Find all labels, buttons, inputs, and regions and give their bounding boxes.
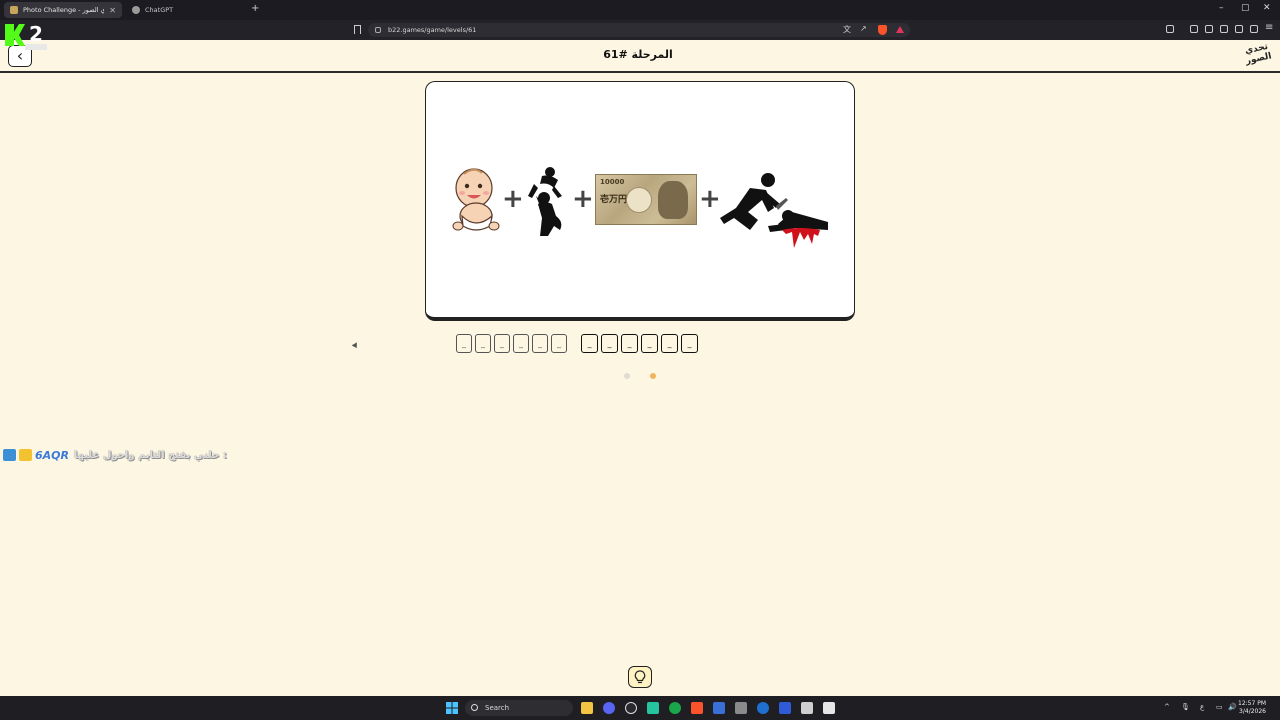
answer-slot-active[interactable]: _ <box>641 334 658 353</box>
plus-sign: + <box>502 184 524 214</box>
bookmark-icon[interactable] <box>354 25 361 34</box>
app-icon[interactable] <box>647 702 659 714</box>
url-bar[interactable]: b22.games/game/levels/61 <box>368 23 910 37</box>
close-tab-icon[interactable]: ✕ <box>109 6 116 15</box>
answer-slot[interactable]: _ <box>475 334 491 353</box>
tab-title: ChatGPT <box>145 6 174 14</box>
volume-icon[interactable]: 🔊 <box>1228 703 1237 711</box>
mouse-cursor-icon <box>351 342 360 350</box>
leo-icon[interactable] <box>1235 25 1243 33</box>
chat-overlay: 6AQR حلني بفتح التايم واحول عليها : <box>3 448 227 462</box>
app-icon[interactable] <box>823 702 835 714</box>
brave-icon[interactable] <box>691 702 703 714</box>
menu-icon[interactable]: ≡ <box>1265 22 1273 33</box>
reader-icon[interactable] <box>1166 25 1174 33</box>
page-dot-active[interactable] <box>650 373 656 379</box>
tab-title: Photo Challenge - تحدي الصور <box>23 6 105 14</box>
level-title: المرحلة #61 <box>603 48 673 61</box>
search-icon <box>471 704 478 711</box>
windows-taskbar <box>0 696 1280 720</box>
vpn-icon[interactable] <box>1250 25 1258 33</box>
lightbulb-icon <box>634 670 646 684</box>
search-label: Search <box>485 704 510 712</box>
hint-button[interactable] <box>628 666 652 688</box>
attacker-and-victim-icon <box>720 173 828 248</box>
tab-photo-challenge[interactable]: Photo Challenge - تحدي الصور ✕ <box>4 2 122 18</box>
plus-sign: + <box>572 184 594 214</box>
network-icon[interactable]: ▭ <box>1216 703 1223 711</box>
answer-slot-active[interactable]: _ <box>581 334 598 353</box>
maximize-button[interactable]: ▢ <box>1241 3 1250 13</box>
app-icon[interactable] <box>779 702 791 714</box>
answer-slot[interactable]: _ <box>532 334 548 353</box>
minimize-button[interactable]: – <box>1219 3 1224 13</box>
edge-icon[interactable] <box>757 702 769 714</box>
language-indicator[interactable]: ع <box>1200 703 1204 711</box>
clock-time: 12:57 PM <box>1238 700 1266 707</box>
baby-icon <box>452 168 500 231</box>
site-info-icon[interactable] <box>375 27 381 33</box>
answer-slot-active[interactable]: _ <box>661 334 678 353</box>
chrome-icon[interactable] <box>625 702 637 714</box>
windows-start-icon[interactable] <box>446 702 458 714</box>
wallet-icon[interactable] <box>1220 25 1228 33</box>
kick-count: 2 <box>29 22 43 46</box>
answer-slot[interactable]: _ <box>551 334 567 353</box>
tray-chevron-icon[interactable]: ^ <box>1164 703 1170 711</box>
microphone-icon[interactable]: 🎙 <box>1181 703 1190 711</box>
page-dot[interactable] <box>624 373 630 379</box>
portrait <box>658 181 688 219</box>
chat-badge-icon <box>3 449 16 461</box>
answer-slot[interactable]: _ <box>494 334 510 353</box>
stream-kick-overlay: 2 <box>3 22 47 50</box>
yen-banknote-image: 10000 壱万円 <box>595 174 697 225</box>
banknote-kanji: 壱万円 <box>600 195 628 205</box>
overlay-bar <box>25 44 47 50</box>
kick-logo-icon <box>5 24 25 46</box>
chat-username: 6AQR <box>35 448 69 462</box>
chat-message: حلني بفتح التايم واحول عليها : <box>74 449 227 461</box>
answer-slot-active[interactable]: _ <box>681 334 698 353</box>
clock-date: 3/4/2026 <box>1239 708 1266 715</box>
brave-shield-icon[interactable] <box>878 25 887 35</box>
watermark-circle <box>626 187 652 213</box>
site-favicon-icon <box>10 6 18 14</box>
banknote-number: 10000 <box>600 178 625 186</box>
sidebar-icon[interactable] <box>1205 25 1213 33</box>
plus-sign: + <box>699 184 721 214</box>
xbox-icon[interactable] <box>669 702 681 714</box>
answer-slot[interactable]: _ <box>456 334 472 353</box>
security-icon[interactable] <box>713 702 725 714</box>
discord-icon[interactable] <box>603 702 615 714</box>
crown-badge-icon <box>19 449 32 461</box>
answer-slot[interactable]: _ <box>513 334 529 353</box>
mother-lifting-child-icon <box>528 167 562 236</box>
browser-tab-bar: Photo Challenge - تحدي الصور ✕ ChatGPT +… <box>0 0 1280 20</box>
brave-rewards-icon[interactable] <box>896 26 904 33</box>
taskbar-search[interactable]: Search <box>465 700 573 716</box>
tool-icon[interactable] <box>735 702 747 714</box>
share-icon[interactable]: ↗ <box>860 24 867 33</box>
app-icon[interactable] <box>801 702 813 714</box>
tab-chatgpt[interactable]: ChatGPT <box>126 2 246 18</box>
chevron-left-icon: ‹ <box>16 46 24 65</box>
chatgpt-favicon-icon <box>132 6 140 14</box>
translate-icon[interactable]: 文 <box>843 24 851 35</box>
media-icon[interactable] <box>1190 25 1198 33</box>
answer-slot-active[interactable]: _ <box>601 334 618 353</box>
taskbar-clock[interactable]: 12:57 PM 3/4/2026 <box>1238 700 1266 716</box>
answer-slot-active[interactable]: _ <box>621 334 638 353</box>
close-window-button[interactable]: ✕ <box>1263 3 1271 13</box>
new-tab-button[interactable]: + <box>251 3 259 14</box>
file-explorer-icon[interactable] <box>581 702 593 714</box>
